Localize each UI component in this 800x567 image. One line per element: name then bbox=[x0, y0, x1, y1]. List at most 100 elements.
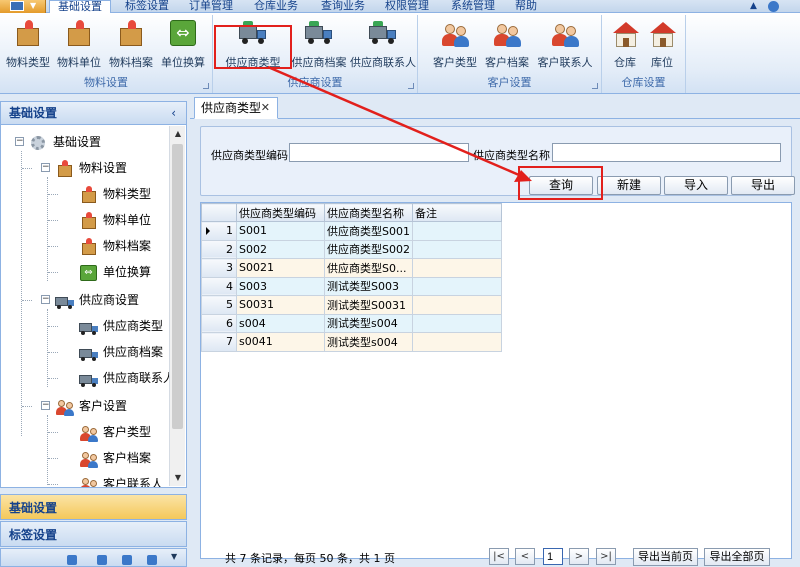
cell-note[interactable] bbox=[412, 221, 502, 241]
table-row[interactable]: 7 s0041 测试类型s004 bbox=[201, 332, 502, 352]
cell-note[interactable] bbox=[412, 258, 502, 278]
cell-name[interactable]: 测试类型s004 bbox=[324, 313, 413, 333]
cell-code[interactable]: S0031 bbox=[236, 295, 325, 315]
scrollbar-thumb[interactable] bbox=[172, 144, 183, 429]
tree-item-customer-archive[interactable]: 客户档案 bbox=[79, 447, 151, 469]
ribbon-customer-archive-button[interactable]: 客户档案 bbox=[482, 18, 532, 74]
tree-item-material-archive[interactable]: 物料档案 bbox=[79, 235, 151, 257]
ribbon-warehouse-button[interactable]: 仓库 bbox=[608, 18, 642, 74]
tree-node-customer-settings[interactable]: − 客户设置 bbox=[41, 395, 127, 417]
collapse-node-icon[interactable]: − bbox=[41, 163, 50, 172]
name-filter-input[interactable] bbox=[552, 143, 781, 162]
table-row[interactable]: 5 S0031 测试类型S0031 bbox=[201, 295, 502, 315]
document-tab-supplier-type[interactable]: 供应商类型 ✕ bbox=[194, 97, 278, 119]
cell-note[interactable] bbox=[412, 239, 502, 259]
cell-note[interactable] bbox=[412, 313, 502, 333]
collapse-node-icon[interactable]: − bbox=[41, 401, 50, 410]
tree-item-supplier-type[interactable]: 供应商类型 bbox=[79, 315, 163, 337]
cell-note[interactable] bbox=[412, 295, 502, 315]
cell-name[interactable]: 供应商类型S0... bbox=[324, 258, 413, 278]
collapse-node-icon[interactable]: − bbox=[15, 137, 24, 146]
dialog-launcher-icon[interactable] bbox=[203, 83, 209, 89]
tree-node-supplier-settings[interactable]: − 供应商设置 bbox=[41, 289, 139, 311]
cell-code[interactable]: S0021 bbox=[236, 258, 325, 278]
export-current-page-button[interactable]: 导出当前页 bbox=[633, 548, 698, 566]
tree-item-material-unit[interactable]: 物料单位 bbox=[79, 209, 151, 231]
ribbon-customer-type-button[interactable]: 客户类型 bbox=[430, 18, 480, 74]
tree-item-customer-contact[interactable]: 客户联系人 bbox=[79, 473, 163, 487]
cell-name[interactable]: 供应商类型S001 bbox=[324, 221, 413, 241]
cell-name[interactable]: 测试类型S003 bbox=[324, 276, 413, 296]
ribbon-location-button[interactable]: 库位 bbox=[645, 18, 679, 74]
tab-warehouse-business[interactable]: 仓库业务 bbox=[250, 0, 302, 13]
ribbon-group-material: 物料类型 物料单位 物料档案 ⇔ 单位换算 物料设置 bbox=[0, 15, 213, 93]
ribbon-material-unit-button[interactable]: 物料单位 bbox=[55, 18, 103, 74]
table-row[interactable]: 4 S003 测试类型S003 bbox=[201, 276, 502, 296]
supplier-type-grid: 供应商类型编码 供应商类型名称 备注 1 S001 供应商类型S001 2 S0… bbox=[200, 202, 792, 559]
ribbon-material-type-button[interactable]: 物料类型 bbox=[4, 18, 52, 74]
export-button[interactable]: 导出 bbox=[731, 176, 795, 195]
nav-section-basic-settings[interactable]: 基础设置 bbox=[0, 494, 187, 520]
box-icon bbox=[68, 20, 90, 46]
next-page-button[interactable]: > bbox=[569, 548, 589, 565]
export-all-pages-button[interactable]: 导出全部页 bbox=[704, 548, 770, 566]
table-row[interactable]: 6 s004 测试类型s004 bbox=[201, 313, 502, 333]
collapse-node-icon[interactable]: − bbox=[41, 295, 50, 304]
table-row[interactable]: 1 S001 供应商类型S001 bbox=[201, 221, 502, 241]
close-icon[interactable]: ✕ bbox=[261, 98, 270, 118]
column-header[interactable]: 备注 bbox=[412, 203, 502, 222]
column-header[interactable]: 供应商类型编码 bbox=[236, 203, 325, 222]
help-icon[interactable] bbox=[768, 1, 779, 12]
tab-help[interactable]: 帮助 bbox=[510, 0, 542, 13]
cell-name[interactable]: 供应商类型S002 bbox=[324, 239, 413, 259]
scroll-up-icon[interactable]: ▲ bbox=[170, 126, 186, 142]
table-row[interactable]: 3 S0021 供应商类型S0... bbox=[201, 258, 502, 278]
nav-tree-scrollbar[interactable]: ▲ ▼ bbox=[169, 126, 185, 486]
cell-code[interactable]: S002 bbox=[236, 239, 325, 259]
last-page-button[interactable]: >| bbox=[596, 548, 616, 565]
tree-node-material-settings[interactable]: − 物料设置 bbox=[41, 157, 127, 179]
tree-item-supplier-contact[interactable]: 供应商联系人 bbox=[79, 367, 175, 389]
tree-item-customer-type[interactable]: 客户类型 bbox=[79, 421, 151, 443]
app-menu-button[interactable]: ▼ bbox=[0, 0, 46, 13]
ribbon-minimize-icon[interactable]: ▲ bbox=[750, 1, 757, 11]
cell-note[interactable] bbox=[412, 332, 502, 352]
tree-node-root[interactable]: − 基础设置 bbox=[15, 131, 101, 153]
import-button[interactable]: 导入 bbox=[664, 176, 728, 195]
tab-order-management[interactable]: 订单管理 bbox=[185, 0, 237, 13]
cell-name[interactable]: 测试类型s004 bbox=[324, 332, 413, 352]
cell-note[interactable] bbox=[412, 276, 502, 296]
tree-item-supplier-archive[interactable]: 供应商档案 bbox=[79, 341, 163, 363]
ribbon-customer-contact-button[interactable]: 客户联系人 bbox=[534, 18, 596, 74]
table-row[interactable]: 2 S002 供应商类型S002 bbox=[201, 239, 502, 259]
page-number-input[interactable] bbox=[543, 548, 563, 565]
collapse-panel-icon[interactable]: ‹ bbox=[171, 102, 176, 124]
tab-query-business[interactable]: 查询业务 bbox=[317, 0, 369, 13]
content-area: 供应商类型编码 供应商类型名称 查询 新建 导入 导出 供应商类型编码 供应商类… bbox=[190, 119, 800, 567]
new-button[interactable]: 新建 bbox=[597, 176, 661, 195]
tab-label-settings[interactable]: 标签设置 bbox=[121, 0, 173, 13]
prev-page-button[interactable]: < bbox=[515, 548, 535, 565]
tab-permission-management[interactable]: 权限管理 bbox=[381, 0, 433, 13]
scroll-down-icon[interactable]: ▼ bbox=[170, 470, 186, 486]
cell-name[interactable]: 测试类型S0031 bbox=[324, 295, 413, 315]
dialog-launcher-icon[interactable] bbox=[408, 83, 414, 89]
ribbon-unit-conversion-button[interactable]: ⇔ 单位换算 bbox=[158, 18, 208, 74]
cell-code[interactable]: s004 bbox=[236, 313, 325, 333]
cell-code[interactable]: S003 bbox=[236, 276, 325, 296]
dialog-launcher-icon[interactable] bbox=[592, 83, 598, 89]
tab-system-management[interactable]: 系统管理 bbox=[447, 0, 499, 13]
cell-code[interactable]: S001 bbox=[236, 221, 325, 241]
tree-item-material-type[interactable]: 物料类型 bbox=[79, 183, 151, 205]
ribbon-supplier-contact-button[interactable]: 供应商联系人 bbox=[350, 18, 416, 74]
ribbon-material-archive-button[interactable]: 物料档案 bbox=[107, 18, 155, 74]
ribbon-supplier-archive-button[interactable]: 供应商档案 bbox=[288, 18, 350, 74]
nav-section-label-settings[interactable]: 标签设置 bbox=[0, 521, 187, 547]
tree-item-unit-conversion[interactable]: ⇔ 单位换算 bbox=[79, 261, 151, 283]
first-page-button[interactable]: |< bbox=[489, 548, 509, 565]
swap-icon: ⇔ bbox=[170, 20, 196, 46]
cell-code[interactable]: s0041 bbox=[236, 332, 325, 352]
tab-basic-settings[interactable]: 基础设置 bbox=[49, 0, 111, 13]
code-filter-input[interactable] bbox=[289, 143, 469, 162]
column-header[interactable]: 供应商类型名称 bbox=[324, 203, 413, 222]
